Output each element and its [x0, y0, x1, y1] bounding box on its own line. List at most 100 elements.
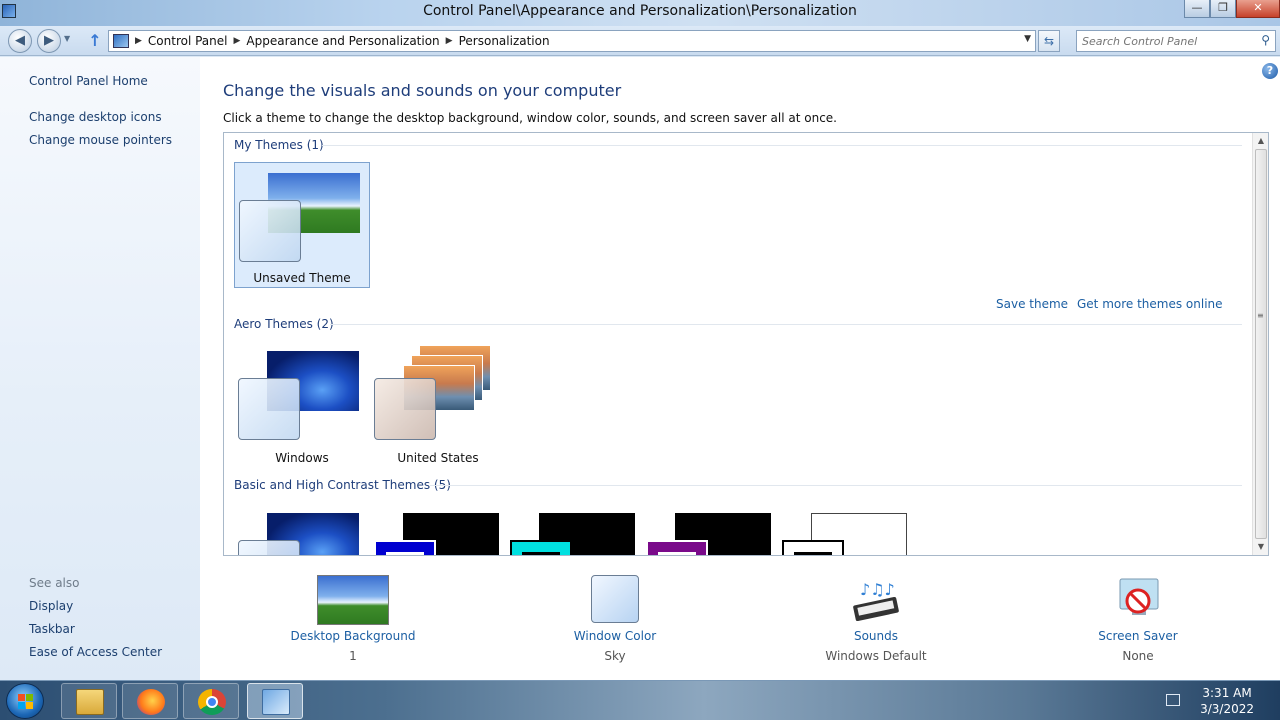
sounds-link[interactable]: Sounds [796, 629, 956, 643]
maximize-button[interactable]: ❐ [1210, 0, 1236, 18]
forward-button[interactable]: ▶ [37, 29, 61, 53]
screen-saver-value: None [1122, 649, 1154, 663]
chrome-icon [198, 689, 226, 715]
control-panel-home-link[interactable]: Control Panel Home [29, 74, 148, 88]
theme-windows[interactable]: Windows [234, 341, 370, 467]
screen-saver-icon[interactable] [1102, 575, 1174, 625]
desktop-background-link[interactable]: Desktop Background [273, 629, 433, 643]
navigation-bar: ◀ ▶ ▼ ↑ ▶ Control Panel ▶ Appearance and… [0, 26, 1280, 56]
address-bar[interactable]: ▶ Control Panel ▶ Appearance and Persona… [108, 30, 1036, 52]
group-divider [322, 145, 1242, 146]
theme-color-swatch [238, 540, 300, 555]
taskbar: 3:31 AM 3/3/2022 [0, 680, 1280, 720]
chevron-right-icon[interactable]: ▶ [446, 36, 453, 46]
basic-themes-header: Basic and High Contrast Themes (5) [234, 478, 451, 492]
clock[interactable]: 3:31 AM 3/3/2022 [1200, 685, 1254, 717]
search-box[interactable]: ⚲ [1076, 30, 1276, 52]
scroll-grip-icon: ≡ [1257, 311, 1264, 320]
group-divider [330, 324, 1242, 325]
control-panel-icon [113, 34, 129, 48]
see-also-label: See also [29, 576, 80, 590]
taskbar-chrome[interactable] [183, 683, 239, 719]
taskbar-firefox[interactable] [122, 683, 178, 719]
screen-saver-link[interactable]: Screen Saver [1058, 629, 1218, 643]
taskbar-control-panel[interactable] [247, 683, 303, 719]
start-button[interactable] [6, 683, 44, 719]
theme-color-swatch [374, 378, 436, 440]
get-more-themes-link[interactable]: Get more themes online [1077, 297, 1223, 311]
clock-time: 3:31 AM [1202, 686, 1252, 700]
sounds-setting[interactable]: ♪♫♪ Sounds Windows Default [796, 575, 956, 663]
file-explorer-icon [76, 689, 104, 715]
change-desktop-icons-link[interactable]: Change desktop icons [29, 110, 162, 124]
theme-high-contrast-1[interactable] [370, 503, 506, 555]
windows-logo-icon [18, 694, 34, 710]
change-mouse-pointers-link[interactable]: Change mouse pointers [29, 133, 172, 147]
minimize-button[interactable]: — [1184, 0, 1210, 18]
up-arrow-icon[interactable]: ↑ [86, 32, 104, 50]
group-divider [430, 485, 1242, 486]
breadcrumb-control-panel[interactable]: Control Panel [148, 34, 228, 48]
window-color-setting[interactable]: Window Color Sky [535, 575, 695, 663]
screen-saver-setting[interactable]: Screen Saver None [1058, 575, 1218, 663]
theme-label: Windows [275, 451, 329, 465]
theme-list-scrollbar[interactable]: ▲ ≡ ▼ [1252, 133, 1268, 555]
theme-high-contrast-black[interactable] [642, 503, 778, 555]
refresh-button[interactable]: ⇆ [1038, 30, 1060, 52]
taskbar-file-explorer[interactable] [61, 683, 117, 719]
desktop-background-value: 1 [349, 649, 357, 663]
display-link[interactable]: Display [29, 599, 73, 613]
window-color-link[interactable]: Window Color [535, 629, 695, 643]
svg-text:♪♫♪: ♪♫♪ [860, 580, 895, 599]
theme-color-swatch [239, 200, 301, 262]
page-description: Click a theme to change the desktop back… [223, 111, 837, 125]
help-icon[interactable]: ? [1262, 63, 1278, 79]
scroll-down-icon[interactable]: ▼ [1253, 539, 1268, 555]
control-panel-icon [262, 689, 290, 715]
scroll-thumb[interactable] [1255, 149, 1267, 539]
theme-united-states[interactable]: United States [370, 341, 506, 467]
window-title: Control Panel\Appearance and Personaliza… [423, 3, 857, 19]
breadcrumb-personalization[interactable]: Personalization [459, 34, 550, 48]
save-theme-link[interactable]: Save theme [996, 297, 1068, 311]
theme-high-contrast-2[interactable] [506, 503, 642, 555]
search-icon[interactable]: ⚲ [1261, 33, 1270, 47]
breadcrumb-appearance[interactable]: Appearance and Personalization [246, 34, 439, 48]
window-color-icon[interactable] [591, 575, 639, 623]
chevron-right-icon[interactable]: ▶ [135, 36, 142, 46]
theme-unsaved[interactable]: Unsaved Theme [234, 162, 370, 288]
recent-pages-chevron-icon[interactable]: ▼ [64, 34, 70, 43]
theme-color-swatch [646, 540, 708, 555]
ease-of-access-link[interactable]: Ease of Access Center [29, 645, 162, 659]
theme-windows-basic[interactable] [234, 503, 370, 555]
theme-color-swatch [238, 378, 300, 440]
main-content: ? Change the visuals and sounds on your … [200, 57, 1280, 680]
my-themes-header: My Themes (1) [234, 138, 324, 152]
sounds-icon[interactable]: ♪♫♪ [840, 575, 912, 625]
back-button[interactable]: ◀ [8, 29, 32, 53]
theme-list: My Themes (1) Unsaved Theme Save theme G… [223, 132, 1269, 556]
desktop-background-setting[interactable]: Desktop Background 1 [273, 575, 433, 663]
aero-themes-header: Aero Themes (2) [234, 317, 334, 331]
window-color-value: Sky [604, 649, 626, 663]
left-pane: Control Panel Home Change desktop icons … [0, 57, 200, 680]
address-dropdown-icon[interactable]: ▼ [1024, 34, 1031, 44]
page-title: Change the visuals and sounds on your co… [223, 81, 622, 100]
system-tray: 3:31 AM 3/3/2022 [1160, 681, 1280, 720]
theme-color-swatch [510, 540, 572, 555]
desktop-background-icon[interactable] [317, 575, 389, 625]
search-input[interactable] [1077, 31, 1247, 51]
network-icon[interactable] [1166, 694, 1180, 706]
theme-color-swatch [782, 540, 844, 555]
title-bar: Control Panel\Appearance and Personaliza… [0, 0, 1280, 26]
theme-color-swatch [374, 540, 436, 555]
clock-date: 3/3/2022 [1200, 702, 1254, 716]
chevron-right-icon[interactable]: ▶ [234, 36, 241, 46]
scroll-up-icon[interactable]: ▲ [1253, 133, 1268, 149]
taskbar-link[interactable]: Taskbar [29, 622, 75, 636]
firefox-icon [137, 689, 165, 715]
theme-high-contrast-white[interactable] [778, 503, 914, 555]
theme-label: United States [397, 451, 479, 465]
close-button[interactable]: ✕ [1236, 0, 1280, 18]
window-controls: — ❐ ✕ [1184, 0, 1280, 20]
